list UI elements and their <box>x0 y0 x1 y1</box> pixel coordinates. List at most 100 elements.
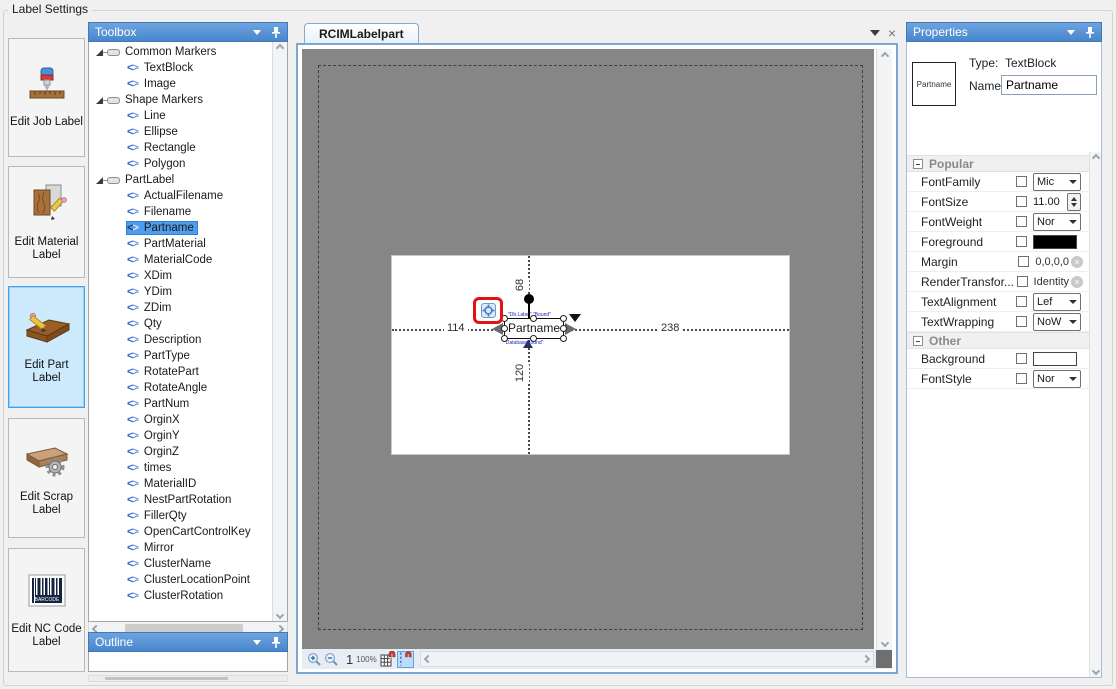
expander-icon[interactable] <box>96 49 103 56</box>
tree-item-actualfilename[interactable]: <>ActualFilename <box>89 188 272 204</box>
margin-clear-button[interactable]: × <box>1071 256 1083 268</box>
tree-item-filename[interactable]: <>Filename <box>89 204 272 220</box>
snap-to-guides-toggle[interactable] <box>397 651 414 668</box>
tree-item-opencartcontrolkey[interactable]: <>OpenCartControlKey <box>89 524 272 540</box>
tree-item-clusterrotation[interactable]: <>ClusterRotation <box>89 588 272 604</box>
textwrapping-checkbox[interactable] <box>1016 316 1027 327</box>
tree-item-materialid[interactable]: <>MaterialID <box>89 476 272 492</box>
tree-item-image[interactable]: <>Image <box>89 76 272 92</box>
resize-handle-sw[interactable] <box>501 335 508 342</box>
textwrapping-dropdown[interactable]: NoW <box>1033 313 1081 331</box>
scroll-left-icon[interactable] <box>423 655 431 663</box>
snap-to-grid-toggle[interactable] <box>380 651 397 668</box>
foreground-checkbox[interactable] <box>1016 236 1027 247</box>
tree-item-rotateangle[interactable]: <>RotateAngle <box>89 380 272 396</box>
fontsize-checkbox[interactable] <box>1016 196 1027 207</box>
name-input[interactable] <box>1001 75 1097 95</box>
design-surface[interactable]: 114 238 68 120 <box>302 49 874 650</box>
tree-item-polygon[interactable]: <>Polygon <box>89 156 272 172</box>
tree-item-xdim[interactable]: <>XDim <box>89 268 272 284</box>
textalignment-dropdown[interactable]: Lef <box>1033 293 1081 311</box>
tree-item-ellipse[interactable]: <>Ellipse <box>89 124 272 140</box>
pin-icon[interactable] <box>271 26 281 39</box>
resize-handle-s[interactable] <box>530 335 537 342</box>
edit-part-label-button[interactable]: Edit Part Label <box>8 286 85 408</box>
fontfamily-checkbox[interactable] <box>1016 176 1027 187</box>
scroll-up-icon[interactable] <box>276 44 284 52</box>
tree-item-parttype[interactable]: <>PartType <box>89 348 272 364</box>
resize-handle-ne[interactable] <box>560 315 567 322</box>
tree-item-line[interactable]: <>Line <box>89 108 272 124</box>
tree-item-clustername[interactable]: <>ClusterName <box>89 556 272 572</box>
label-sheet[interactable]: 114 238 68 120 <box>391 255 790 455</box>
tree-item-rotatepart[interactable]: <>RotatePart <box>89 364 272 380</box>
collapse-icon[interactable] <box>913 336 923 346</box>
scroll-down-icon[interactable] <box>880 639 888 647</box>
foreground-color-swatch[interactable] <box>1033 235 1077 249</box>
canvas-horizontal-scrollbar[interactable] <box>420 651 874 667</box>
tree-item-nestpartrotation[interactable]: <>NestPartRotation <box>89 492 272 508</box>
rendertransfor-checkbox[interactable] <box>1017 276 1028 287</box>
tree-item-fillerqty[interactable]: <>FillerQty <box>89 508 272 524</box>
background-checkbox[interactable] <box>1016 353 1027 364</box>
edit-job-label-button[interactable]: Edit Job Label <box>8 38 85 157</box>
rendertransfor-clear-button[interactable]: × <box>1071 276 1083 288</box>
resize-handle-n[interactable] <box>530 315 537 322</box>
tree-item-rectangle[interactable]: <>Rectangle <box>89 140 272 156</box>
tree-item-partmaterial[interactable]: <>PartMaterial <box>89 236 272 252</box>
toolbox-vertical-scrollbar[interactable] <box>272 42 287 621</box>
tree-item-clusterlocationpoint[interactable]: <>ClusterLocationPoint <box>89 572 272 588</box>
scroll-up-icon[interactable] <box>880 52 888 60</box>
tree-item-textblock[interactable]: <>TextBlock <box>89 60 272 76</box>
tree-item-partnum[interactable]: <>PartNum <box>89 396 272 412</box>
tree-item-common markers[interactable]: Common Markers <box>89 44 272 60</box>
tree-item-orginz[interactable]: <>OrginZ <box>89 444 272 460</box>
tree-item-orginy[interactable]: <>OrginY <box>89 428 272 444</box>
tree-item-zdim[interactable]: <>ZDim <box>89 300 272 316</box>
close-icon[interactable]: × <box>888 27 896 39</box>
background-color-swatch[interactable] <box>1033 352 1077 366</box>
scroll-down-icon[interactable] <box>1091 667 1099 675</box>
margin-checkbox[interactable] <box>1018 256 1029 267</box>
properties-scrollbar[interactable] <box>1089 152 1101 677</box>
zoom-in-button[interactable] <box>306 651 323 668</box>
pin-icon[interactable] <box>271 636 281 649</box>
fontstyle-checkbox[interactable] <box>1016 373 1027 384</box>
window-position-icon[interactable] <box>253 30 261 35</box>
tree-item-shape markers[interactable]: Shape Markers <box>89 92 272 108</box>
tree-item-ydim[interactable]: <>YDim <box>89 284 272 300</box>
tab-rcimlabelpart[interactable]: RCIMLabelpart <box>304 23 419 44</box>
element-menu-icon[interactable] <box>569 314 581 322</box>
edit-material-label-button[interactable]: Edit Material Label <box>8 166 85 278</box>
expander-icon[interactable] <box>96 97 103 104</box>
tree-item-orginx[interactable]: <>OrginX <box>89 412 272 428</box>
expander-icon[interactable] <box>96 177 103 184</box>
fontsize-stepper[interactable]: 11.00 <box>1033 193 1081 211</box>
selected-tree-item[interactable]: <>Partname <box>127 222 197 234</box>
edit-nc-code-label-button[interactable]: BARCODE Edit NC Code Label <box>8 548 85 672</box>
fontfamily-dropdown[interactable]: Mic <box>1033 173 1081 191</box>
resize-handle-se[interactable] <box>560 335 567 342</box>
textalignment-checkbox[interactable] <box>1016 296 1027 307</box>
tab-list-icon[interactable] <box>870 30 880 36</box>
fontweight-checkbox[interactable] <box>1016 216 1027 227</box>
zoom-out-button[interactable] <box>323 651 340 668</box>
tree-item-materialcode[interactable]: <>MaterialCode <box>89 252 272 268</box>
move-anchor-icon[interactable] <box>481 303 496 318</box>
fontweight-dropdown[interactable]: Nor <box>1033 213 1081 231</box>
resize-handle-w[interactable] <box>501 325 508 332</box>
canvas-vertical-scrollbar[interactable] <box>876 49 892 650</box>
tree-item-mirror[interactable]: <>Mirror <box>89 540 272 556</box>
tree-item-times[interactable]: <>times <box>89 460 272 476</box>
tree-item-qty[interactable]: <>Qty <box>89 316 272 332</box>
tree-item-description[interactable]: <>Description <box>89 332 272 348</box>
resize-handle-e[interactable] <box>560 325 567 332</box>
collapse-icon[interactable] <box>913 159 923 169</box>
pin-icon[interactable] <box>1085 26 1095 39</box>
edit-scrap-label-button[interactable]: Edit Scrap Label <box>8 418 85 538</box>
scroll-up-icon[interactable] <box>1091 154 1099 162</box>
window-position-icon[interactable] <box>1067 30 1075 35</box>
scroll-right-icon[interactable] <box>862 655 870 663</box>
window-position-icon[interactable] <box>253 640 261 645</box>
tree-item-partlabel[interactable]: PartLabel <box>89 172 272 188</box>
